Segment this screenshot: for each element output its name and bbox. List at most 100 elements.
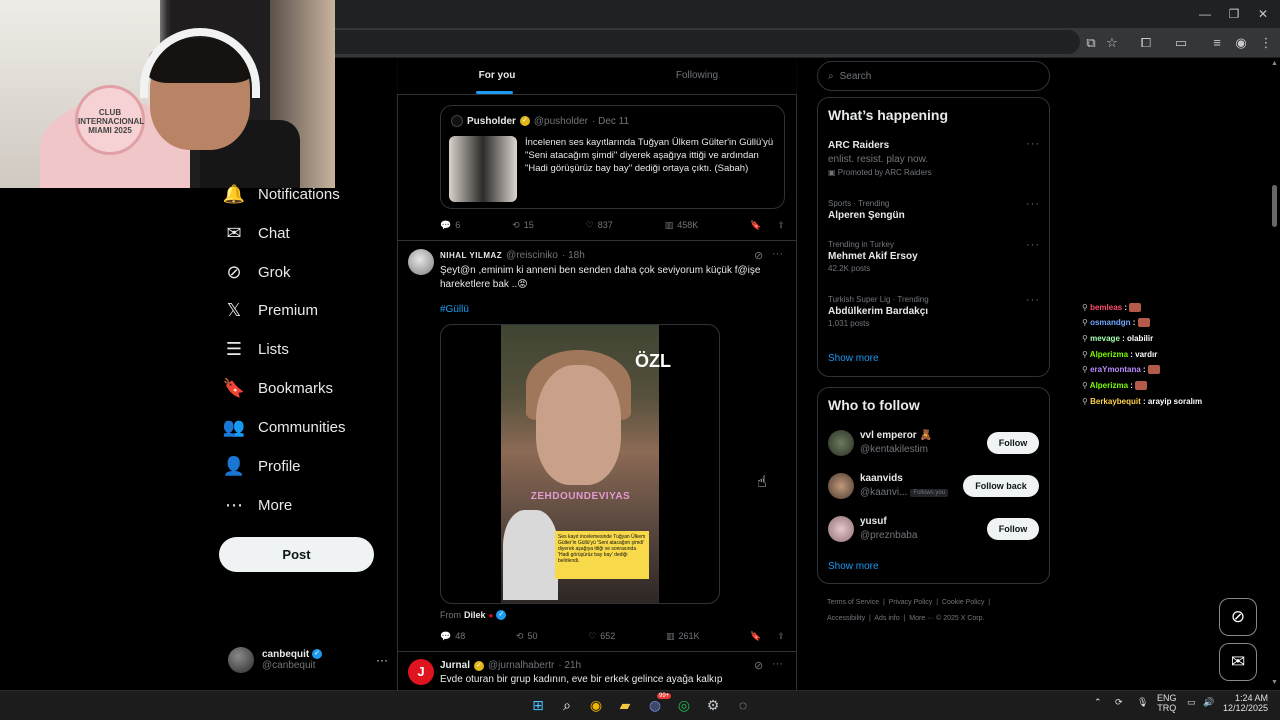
tweet-time[interactable]: · 21h [558, 660, 581, 671]
follow-suggestion[interactable]: vvl emperor 🧸 @kentakilestim Follow [828, 428, 1040, 460]
footer-link[interactable]: More ··· [909, 615, 934, 622]
avatar [828, 516, 854, 542]
bookmark-button[interactable]: 🔖 ⇪ [750, 631, 785, 642]
display-icon[interactable]: ▭ [1187, 697, 1196, 708]
hashtag-link[interactable]: #Güllü [440, 304, 469, 315]
from-name[interactable]: Dilek [464, 610, 486, 620]
account-more-icon[interactable]: ··· [376, 653, 388, 667]
repost-button[interactable]: ⟲ 15 [512, 220, 534, 231]
browser-menu-icon[interactable]: ⋮ [1256, 33, 1276, 53]
footer-link[interactable]: Cookie Policy [942, 599, 984, 606]
star-bookmark-icon[interactable]: ☆ [1102, 33, 1122, 53]
footer-link[interactable]: Accessibility [827, 615, 865, 622]
trend-item[interactable]: Sports · Trending Alperen Şengün [828, 199, 905, 221]
more-icon[interactable]: ··· [1026, 294, 1040, 306]
sidebar-item-more[interactable]: ⋯ More [222, 488, 292, 522]
scroll-down-icon[interactable]: ▼ [1271, 679, 1278, 686]
tab-following[interactable]: Following [597, 58, 797, 95]
tweet-author-name[interactable]: Jurnal [440, 660, 470, 671]
footer-link[interactable]: Terms of Service [827, 599, 879, 606]
quoted-tweet[interactable]: Pusholder ✓ @pusholder · Dec 11 İncelene… [440, 105, 785, 209]
file-explorer-icon[interactable]: ▰ [615, 695, 635, 715]
sidebar-item-premium[interactable]: 𝕏 Premium [222, 293, 318, 327]
reply-button[interactable]: 💬 6 [440, 220, 460, 231]
repost-button[interactable]: ⟲ 50 [516, 631, 538, 642]
follow-back-button[interactable]: Follow back [963, 475, 1039, 497]
more-icon[interactable]: ··· [772, 658, 783, 670]
video-player[interactable]: ÖZL ZEHDOUNDEVIYAS Ses kayıt incelemesin… [440, 324, 720, 604]
sidebar-item-chat[interactable]: ✉ Chat [222, 216, 289, 250]
address-bar[interactable] [320, 30, 1080, 54]
chrome-icon[interactable]: ◉ [586, 695, 606, 715]
like-button[interactable]: ♡ 837 [586, 220, 613, 231]
footer-link[interactable]: Ads info [874, 615, 899, 622]
sync-icon[interactable]: ⟳ [1115, 697, 1123, 708]
reply-button[interactable]: 💬 48 [440, 631, 465, 642]
more-icon[interactable]: ··· [1026, 138, 1040, 150]
search-input[interactable]: ⌕ Search [817, 61, 1050, 91]
sidebar-item-lists[interactable]: ☰ Lists [222, 332, 289, 366]
views-button[interactable]: ▥ 261K [666, 631, 700, 642]
maximize-icon[interactable]: ❐ [1219, 4, 1249, 24]
grok-icon[interactable]: ⊘ [754, 659, 763, 672]
chat-username: osmandgn [1090, 318, 1131, 327]
spotify-icon[interactable]: ◎ [674, 695, 694, 715]
messages-fab-icon[interactable]: ✉ [1219, 643, 1257, 681]
grok-fab-icon[interactable]: ⊘ [1219, 598, 1257, 636]
follow-button[interactable]: Follow [987, 432, 1039, 454]
profile-avatar-icon[interactable]: ◉ [1231, 33, 1251, 53]
minimize-icon[interactable]: — [1190, 4, 1220, 24]
post-button[interactable]: Post [219, 537, 374, 572]
avatar[interactable]: J [408, 659, 434, 685]
avatar[interactable] [408, 249, 434, 275]
sidebar-item-profile[interactable]: 👤 Profile [222, 449, 301, 483]
microphone-icon[interactable]: 🎙 [1137, 697, 1148, 708]
language-indicator[interactable]: ENG TRQ [1157, 693, 1177, 713]
sidebar-item-notifications[interactable]: 🔔 Notifications [222, 177, 340, 211]
tweet-author-name[interactable]: NIHAL YILMAZ [440, 251, 502, 260]
more-icon[interactable]: ··· [772, 248, 783, 260]
views-button[interactable]: ▥ 458K [665, 220, 699, 231]
install-app-icon[interactable]: ⧉ [1081, 33, 1101, 53]
extensions-icon[interactable]: ⧠ [1136, 33, 1156, 53]
promoted-trend[interactable]: ARC Raiders enlist. resist. play now. ▣ … [828, 140, 1040, 177]
media-icon[interactable]: ≡ [1207, 33, 1227, 53]
app-icon[interactable]: ◌ [733, 695, 753, 715]
tab-for-you[interactable]: For you [397, 58, 597, 95]
follow-suggestion[interactable]: yusuf @preznbaba Follow [828, 514, 1040, 546]
search-icon[interactable]: ⌕ [557, 695, 577, 715]
more-icon[interactable]: ··· [1026, 239, 1040, 251]
trend-item[interactable]: Trending in Turkey Mehmet Akif Ersoy 42.… [828, 240, 918, 273]
user-name: yusuf [860, 516, 887, 527]
like-button[interactable]: ♡ 652 [588, 631, 615, 642]
sidepanel-icon[interactable]: ▭ [1171, 33, 1191, 53]
footer-link[interactable]: Privacy Policy [889, 599, 933, 606]
follow-suggestion[interactable]: kaanvids @kaanvi... Follows you Follow b… [828, 471, 1040, 503]
scrollbar-thumb[interactable] [1272, 185, 1277, 227]
account-switcher[interactable]: canbequit ✓ @canbequit ··· [228, 640, 388, 680]
bookmark-icon: 🔖 [750, 219, 762, 230]
bookmark-button[interactable]: 🔖 ⇪ [750, 220, 785, 231]
tweet-time[interactable]: · 18h [562, 250, 585, 261]
sidebar-item-bookmarks[interactable]: 🔖 Bookmarks [222, 371, 333, 405]
grok-icon[interactable]: ⊘ [754, 249, 763, 262]
sidebar-item-grok[interactable]: ⊘ Grok [222, 255, 290, 289]
sidebar-item-communities[interactable]: 👥 Communities [222, 410, 346, 444]
scroll-up-icon[interactable]: ▲ [1271, 60, 1278, 67]
share-icon[interactable]: ⇪ [777, 220, 785, 231]
show-more-link[interactable]: Show more [828, 561, 879, 572]
windows-start-icon[interactable]: ⊞ [528, 695, 548, 715]
close-window-icon[interactable]: ✕ [1248, 4, 1278, 24]
settings-gear-icon[interactable]: ⚙ [703, 695, 723, 715]
show-more-link[interactable]: Show more [828, 353, 879, 364]
chevron-up-icon[interactable]: ⌃ [1094, 697, 1102, 708]
scrollbar[interactable] [1270, 58, 1280, 690]
more-icon[interactable]: ··· [1026, 198, 1040, 210]
share-icon[interactable]: ⇪ [777, 631, 785, 642]
trend-title: Abdülkerim Bardakçı [828, 306, 929, 317]
quote-thumbnail[interactable] [449, 136, 517, 202]
follow-button[interactable]: Follow [987, 518, 1039, 540]
trend-item[interactable]: Turkish Super Lig · Trending Abdülkerim … [828, 295, 929, 328]
volume-icon[interactable]: 🔊 [1203, 697, 1214, 708]
clock[interactable]: 1:24 AM 12/12/2025 [1222, 693, 1268, 713]
